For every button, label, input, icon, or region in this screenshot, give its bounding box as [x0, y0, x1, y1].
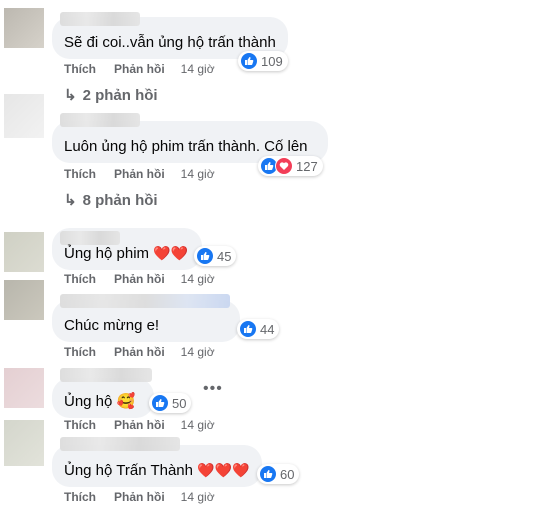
- comment-actions: Thích Phản hồi 14 giờ: [64, 418, 233, 432]
- more-options-icon[interactable]: •••: [203, 380, 223, 398]
- replies-count: 8 phản hồi: [82, 191, 158, 209]
- reaction-count: 109: [261, 53, 283, 69]
- like-button[interactable]: Thích: [64, 272, 96, 286]
- reaction-summary[interactable]: 127: [258, 156, 323, 176]
- blurred-author-name: [60, 12, 140, 26]
- view-replies-button[interactable]: ↳ 2 phản hồi: [64, 86, 158, 105]
- like-icon: [240, 52, 258, 70]
- comment-text: Sẽ đi coi..vẫn ủng hộ trấn thành: [64, 34, 276, 51]
- reply-arrow-icon: ↳: [64, 87, 77, 104]
- reply-button[interactable]: Phản hồi: [114, 272, 165, 286]
- reply-button[interactable]: Phản hồi: [114, 345, 165, 359]
- love-icon: [275, 157, 293, 175]
- reaction-summary[interactable]: 45: [194, 246, 237, 266]
- blurred-author-name: [60, 231, 120, 245]
- reaction-summary[interactable]: 44: [237, 319, 280, 339]
- reply-button[interactable]: Phản hồi: [114, 167, 165, 181]
- reaction-count: 50: [172, 395, 187, 411]
- timestamp[interactable]: 14 giờ: [181, 62, 215, 76]
- reaction-count: 44: [260, 321, 275, 337]
- blurred-author-name: [60, 113, 140, 127]
- reply-button[interactable]: Phản hồi: [114, 418, 165, 432]
- reaction-count: 60: [280, 466, 295, 482]
- like-button[interactable]: Thích: [64, 62, 96, 76]
- avatar[interactable]: [4, 280, 44, 320]
- timestamp[interactable]: 14 giờ: [181, 272, 215, 286]
- avatar[interactable]: [4, 420, 44, 466]
- comment-text: Ủng hộ Trấn Thành ❤️❤️❤️: [64, 462, 250, 479]
- like-icon: [239, 320, 257, 338]
- avatar[interactable]: [4, 232, 44, 272]
- avatar[interactable]: [4, 94, 44, 138]
- comment-bubble: Ủng hộ phim ❤️❤️: [52, 228, 202, 270]
- timestamp[interactable]: 14 giờ: [181, 418, 215, 432]
- smiling-hearts-emoji: 🥰: [116, 393, 136, 410]
- reply-button[interactable]: Phản hồi: [114, 62, 165, 76]
- reply-arrow-icon: ↳: [64, 192, 77, 209]
- timestamp[interactable]: 14 giờ: [181, 490, 215, 504]
- reaction-summary[interactable]: 50: [149, 393, 192, 413]
- reaction-summary[interactable]: 60: [257, 464, 300, 484]
- timestamp[interactable]: 14 giờ: [181, 345, 215, 359]
- like-icon: [259, 465, 277, 483]
- comment-actions: Thích Phản hồi 14 giờ: [64, 167, 233, 181]
- avatar[interactable]: [4, 8, 44, 48]
- comment-actions: Thích Phản hồi 14 giờ: [64, 345, 233, 359]
- timestamp[interactable]: 14 giờ: [181, 167, 215, 181]
- comment-text: Ủng hộ phim ❤️❤️: [64, 245, 189, 262]
- comment-bubble: Ủng hộ Trấn Thành ❤️❤️❤️: [52, 437, 262, 487]
- heart-emoji: ❤️❤️: [153, 245, 189, 261]
- like-button[interactable]: Thích: [64, 167, 96, 181]
- like-icon: [151, 394, 169, 412]
- replies-count: 2 phản hồi: [82, 86, 158, 104]
- like-icon: [196, 247, 214, 265]
- reaction-count: 127: [296, 158, 318, 174]
- reply-button[interactable]: Phản hồi: [114, 490, 165, 504]
- comment-bubble: Ủng hộ 🥰: [52, 368, 154, 418]
- comment-text: Luôn ủng hộ phim trấn thành. Cố lên: [64, 138, 308, 155]
- avatar[interactable]: [4, 368, 44, 408]
- like-button[interactable]: Thích: [64, 490, 96, 504]
- comment-text: Ủng hộ 🥰: [64, 393, 136, 410]
- comment-bubble: Chúc mừng e!: [52, 294, 240, 342]
- comment-text: Chúc mừng e!: [64, 317, 160, 334]
- blurred-author-name: [60, 294, 230, 308]
- like-button[interactable]: Thích: [64, 418, 96, 432]
- reaction-count: 45: [217, 248, 232, 264]
- reaction-summary[interactable]: 109: [238, 51, 288, 71]
- comment-actions: Thích Phản hồi 14 giờ: [64, 62, 233, 76]
- blurred-author-name: [60, 368, 152, 382]
- blurred-author-name: [60, 437, 180, 451]
- like-button[interactable]: Thích: [64, 345, 96, 359]
- heart-emoji: ❤️❤️❤️: [197, 462, 250, 478]
- comment-actions: Thích Phản hồi 14 giờ: [64, 272, 233, 286]
- view-replies-button[interactable]: ↳ 8 phản hồi: [64, 191, 158, 210]
- comment-actions: Thích Phản hồi 14 giờ: [64, 490, 233, 504]
